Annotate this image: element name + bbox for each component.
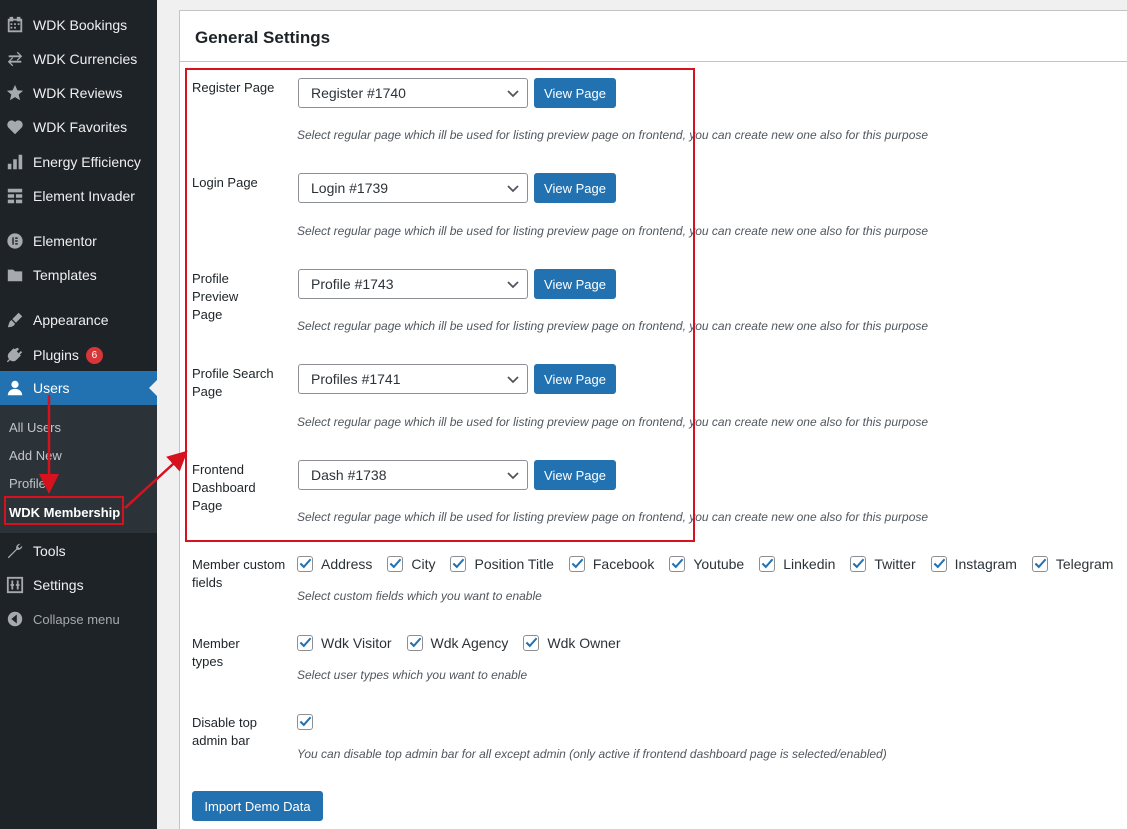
checkbox-checked-icon bbox=[1031, 556, 1048, 572]
menu-label: Templates bbox=[33, 267, 97, 283]
checkbox-checked-icon bbox=[297, 714, 313, 730]
panel-header: General Settings bbox=[180, 11, 1127, 62]
checkbox-checked-icon bbox=[297, 635, 313, 651]
menu-label: Plugins bbox=[33, 347, 79, 363]
checkbox-checked-icon bbox=[523, 635, 540, 651]
member-types-description: Select user types which you want to enab… bbox=[297, 668, 528, 682]
grid-icon bbox=[5, 186, 25, 206]
menu-label: WDK Bookings bbox=[33, 17, 128, 33]
checkbox-label: Position Title bbox=[474, 556, 554, 572]
admin-bar-checkbox-row bbox=[297, 714, 321, 730]
arrows-swap-icon bbox=[5, 49, 25, 69]
checkbox-label: Instagram bbox=[954, 556, 1017, 572]
user-icon bbox=[5, 378, 25, 398]
checkbox-telegram[interactable]: Telegram bbox=[1031, 556, 1114, 572]
checkbox-instagram[interactable]: Instagram bbox=[930, 556, 1017, 572]
menu-label: Collapse menu bbox=[33, 611, 120, 627]
checkbox-position-title[interactable]: Position Title bbox=[450, 556, 554, 572]
menu-energy-efficiency[interactable]: Energy Efficiency bbox=[0, 145, 157, 179]
custom-fields-checkboxes: Address City Position Title Facebook You… bbox=[297, 556, 1113, 572]
collapse-arrow-icon bbox=[5, 609, 25, 629]
folder-icon bbox=[5, 265, 25, 285]
menu-templates[interactable]: Templates bbox=[0, 258, 157, 292]
calendar-icon bbox=[5, 15, 25, 35]
heart-icon bbox=[5, 117, 25, 137]
menu-settings[interactable]: Settings bbox=[0, 568, 157, 602]
brush-icon bbox=[5, 310, 25, 330]
menu-plugins[interactable]: Plugins 6 bbox=[0, 338, 157, 372]
plugins-update-badge: 6 bbox=[85, 346, 103, 364]
sliders-icon bbox=[5, 575, 25, 595]
menu-label: Tools bbox=[33, 543, 66, 559]
checkbox-checked-icon bbox=[387, 556, 404, 572]
checkbox-city[interactable]: City bbox=[387, 556, 435, 572]
admin-sidebar: WDK Bookings WDK Currencies WDK Reviews … bbox=[0, 0, 157, 829]
menu-label: Users bbox=[33, 380, 70, 396]
menu-label: Element Invader bbox=[33, 188, 135, 204]
menu-label: Energy Efficiency bbox=[33, 154, 141, 170]
elementor-icon bbox=[5, 231, 25, 251]
menu-tools[interactable]: Tools bbox=[0, 534, 157, 568]
admin-bar-description: You can disable top admin bar for all ex… bbox=[297, 747, 887, 761]
checkbox-youtube[interactable]: Youtube bbox=[669, 556, 744, 572]
checkbox-label: Youtube bbox=[693, 556, 745, 572]
import-demo-data-button[interactable]: Import Demo Data bbox=[192, 791, 323, 821]
checkbox-checked-icon bbox=[930, 556, 947, 572]
checkbox-label: City bbox=[411, 556, 436, 572]
bar-chart-icon bbox=[5, 152, 25, 172]
menu-label: WDK Reviews bbox=[33, 85, 123, 101]
checkbox-checked-icon bbox=[759, 556, 776, 572]
menu-users[interactable]: Users bbox=[0, 371, 157, 405]
menu-wdk-reviews[interactable]: WDK Reviews bbox=[0, 76, 157, 110]
submenu-profile[interactable]: Profile bbox=[9, 476, 46, 491]
page-title: General Settings bbox=[195, 28, 331, 47]
checkbox-label: Wdk Owner bbox=[547, 635, 621, 651]
collapse-menu-button[interactable]: Collapse menu bbox=[0, 602, 157, 636]
checkbox-disable-admin-bar[interactable] bbox=[297, 714, 321, 730]
checkbox-label: Twitter bbox=[874, 556, 916, 572]
checkbox-label: Telegram bbox=[1055, 556, 1114, 572]
custom-fields-description: Select custom fields which you want to e… bbox=[297, 589, 542, 603]
checkbox-label: Address bbox=[321, 556, 373, 572]
checkbox-label: Linkedin bbox=[783, 556, 836, 572]
menu-wdk-bookings[interactable]: WDK Bookings bbox=[0, 8, 157, 42]
checkbox-wdk-visitor[interactable]: Wdk Visitor bbox=[297, 635, 392, 651]
checkbox-address[interactable]: Address bbox=[297, 556, 372, 572]
checkbox-linkedin[interactable]: Linkedin bbox=[759, 556, 835, 572]
annotation-membership-box bbox=[4, 496, 124, 525]
menu-label: WDK Currencies bbox=[33, 51, 138, 67]
submenu-add-new[interactable]: Add New bbox=[9, 448, 62, 463]
menu-label: WDK Favorites bbox=[33, 119, 128, 135]
submenu-all-users[interactable]: All Users bbox=[9, 420, 61, 435]
checkbox-label: Wdk Agency bbox=[430, 635, 509, 651]
checkbox-checked-icon bbox=[297, 556, 313, 572]
checkbox-wdk-agency[interactable]: Wdk Agency bbox=[406, 635, 509, 651]
checkbox-twitter[interactable]: Twitter bbox=[850, 556, 916, 572]
member-types-checkboxes: Wdk Visitor Wdk Agency Wdk Owner bbox=[297, 635, 621, 651]
disable-admin-bar-label: Disable top admin bar bbox=[192, 715, 258, 748]
menu-wdk-favorites[interactable]: WDK Favorites bbox=[0, 110, 157, 144]
member-types-label: Member types bbox=[192, 636, 240, 669]
menu-appearance[interactable]: Appearance bbox=[0, 303, 157, 337]
member-custom-fields-label: Member custom fields bbox=[192, 557, 286, 590]
checkbox-checked-icon bbox=[568, 556, 585, 572]
menu-label: Appearance bbox=[33, 312, 109, 328]
menu-label: Settings bbox=[33, 577, 84, 593]
checkbox-facebook[interactable]: Facebook bbox=[568, 556, 655, 572]
checkbox-checked-icon bbox=[406, 635, 423, 651]
annotation-highlight-box bbox=[185, 68, 695, 542]
menu-label: Elementor bbox=[33, 233, 97, 249]
plug-icon bbox=[5, 345, 25, 365]
checkbox-wdk-owner[interactable]: Wdk Owner bbox=[523, 635, 621, 651]
star-icon bbox=[5, 83, 25, 103]
menu-elementor[interactable]: Elementor bbox=[0, 224, 157, 258]
checkbox-checked-icon bbox=[669, 556, 686, 572]
menu-element-invader[interactable]: Element Invader bbox=[0, 179, 157, 213]
checkbox-checked-icon bbox=[450, 556, 467, 572]
checkbox-checked-icon bbox=[850, 556, 867, 572]
wrench-icon bbox=[5, 541, 25, 561]
menu-wdk-currencies[interactable]: WDK Currencies bbox=[0, 42, 157, 76]
checkbox-label: Wdk Visitor bbox=[321, 635, 392, 651]
checkbox-label: Facebook bbox=[592, 556, 655, 572]
